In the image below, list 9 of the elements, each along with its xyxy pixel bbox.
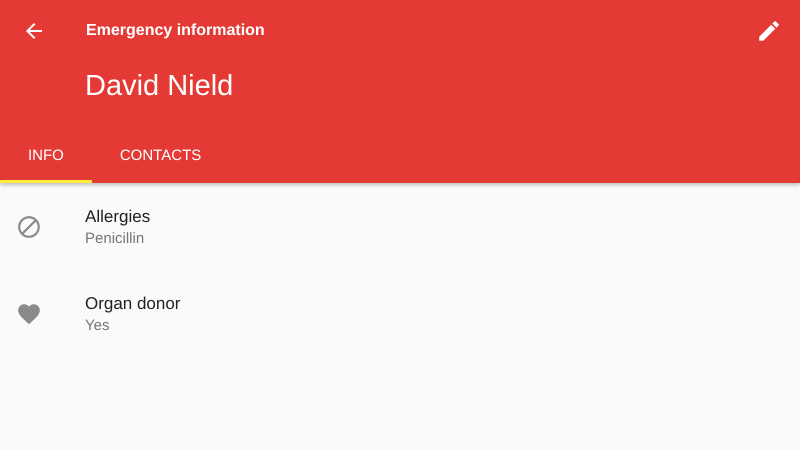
- item-label: Allergies: [85, 206, 150, 226]
- item-value: Penicillin: [85, 230, 146, 246]
- person-name: David Nield: [85, 70, 234, 104]
- tab[interactable]: CONTACTS: [92, 130, 230, 183]
- tab[interactable]: INFO: [0, 130, 92, 183]
- item-value: Yes: [85, 316, 110, 334]
- block-icon: [16, 214, 42, 240]
- screen-title: Emergency information: [86, 22, 266, 40]
- item-label: Organ donor: [85, 294, 180, 314]
